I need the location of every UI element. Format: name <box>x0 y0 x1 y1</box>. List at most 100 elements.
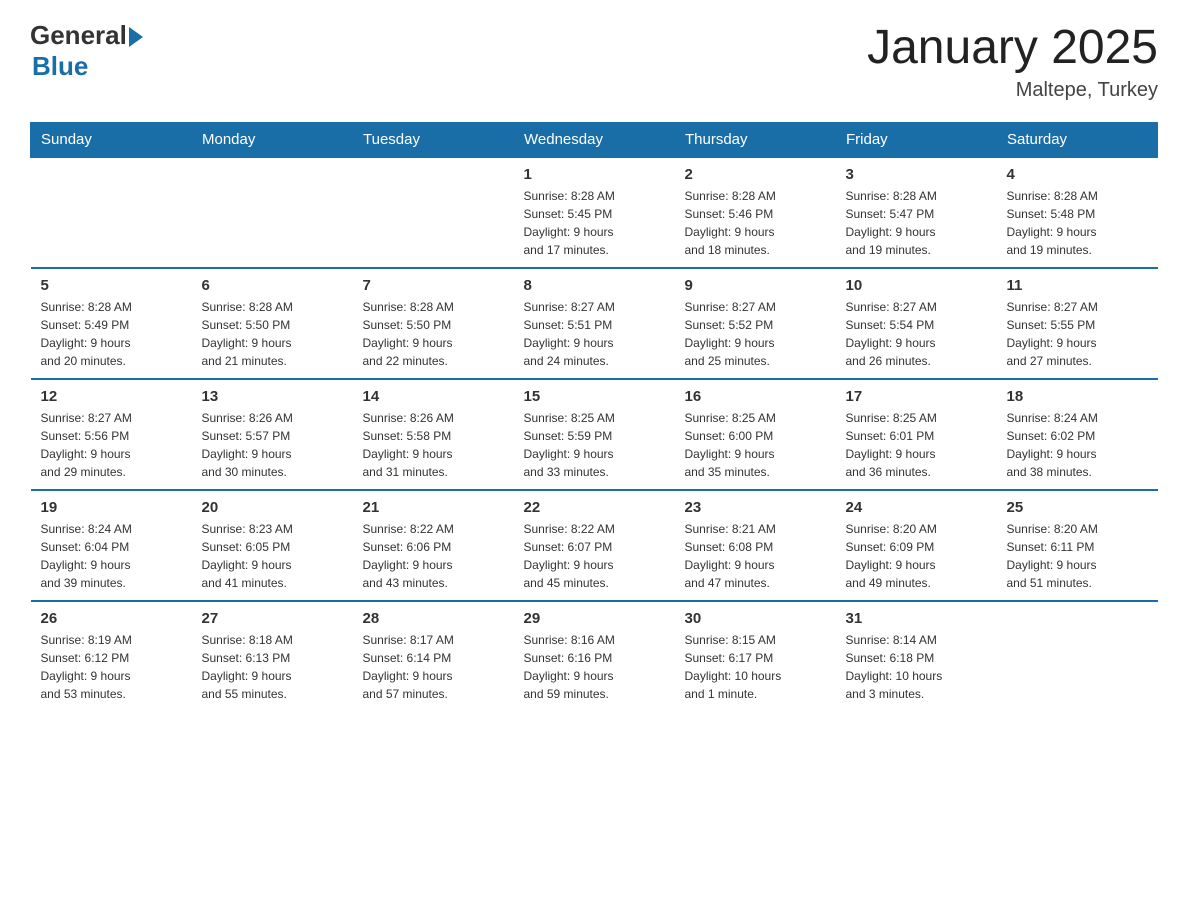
day-number: 7 <box>363 277 504 294</box>
day-number: 13 <box>202 388 343 405</box>
header-friday: Friday <box>836 123 997 158</box>
calendar-cell: 5 Sunrise: 8:28 AM Sunset: 5:49 PM Daylig… <box>31 268 192 379</box>
day-info: Sunrise: 8:25 AM Sunset: 6:01 PM Dayligh… <box>846 409 987 481</box>
day-number: 5 <box>41 277 182 294</box>
calendar-cell <box>31 157 192 268</box>
calendar-cell: 19Sunrise: 8:24 AM Sunset: 6:04 PM Dayli… <box>31 490 192 601</box>
day-number: 18 <box>1007 388 1148 405</box>
day-info: Sunrise: 8:27 AM Sunset: 5:51 PM Dayligh… <box>524 298 665 370</box>
calendar-header: SundayMondayTuesdayWednesdayThursdayFrid… <box>31 123 1158 158</box>
header-thursday: Thursday <box>675 123 836 158</box>
day-info: Sunrise: 8:28 AM Sunset: 5:46 PM Dayligh… <box>685 187 826 259</box>
day-info: Sunrise: 8:20 AM Sunset: 6:11 PM Dayligh… <box>1007 520 1148 592</box>
day-info: Sunrise: 8:20 AM Sunset: 6:09 PM Dayligh… <box>846 520 987 592</box>
calendar-cell: 7Sunrise: 8:28 AM Sunset: 5:50 PM Daylig… <box>353 268 514 379</box>
day-info: Sunrise: 8:15 AM Sunset: 6:17 PM Dayligh… <box>685 631 826 703</box>
calendar-cell: 14 Sunrise: 8:26 AM Sunset: 5:58 PM Dayli… <box>353 379 514 490</box>
day-info: Sunrise: 8:23 AM Sunset: 6:05 PM Dayligh… <box>202 520 343 592</box>
calendar-cell: 20Sunrise: 8:23 AM Sunset: 6:05 PM Dayli… <box>192 490 353 601</box>
calendar-cell <box>192 157 353 268</box>
day-info: Sunrise: 8:22 AM Sunset: 6:07 PM Dayligh… <box>524 520 665 592</box>
calendar-cell: 6 Sunrise: 8:28 AM Sunset: 5:50 PM Daylig… <box>192 268 353 379</box>
day-info: Sunrise: 8:19 AM Sunset: 6:12 PM Dayligh… <box>41 631 182 703</box>
day-number: 26 <box>41 610 182 627</box>
header-saturday: Saturday <box>997 123 1158 158</box>
header-tuesday: Tuesday <box>353 123 514 158</box>
day-info: Sunrise: 8:27 AM Sunset: 5:54 PM Dayligh… <box>846 298 987 370</box>
calendar-cell: 13 Sunrise: 8:26 AM Sunset: 5:57 PM Dayli… <box>192 379 353 490</box>
calendar-cell: 18 Sunrise: 8:24 AM Sunset: 6:02 PM Dayli… <box>997 379 1158 490</box>
calendar-week-2: 5 Sunrise: 8:28 AM Sunset: 5:49 PM Daylig… <box>31 268 1158 379</box>
day-number: 9 <box>685 277 826 294</box>
day-info: Sunrise: 8:21 AM Sunset: 6:08 PM Dayligh… <box>685 520 826 592</box>
day-info: Sunrise: 8:17 AM Sunset: 6:14 PM Dayligh… <box>363 631 504 703</box>
calendar-cell: 31 Sunrise: 8:14 AM Sunset: 6:18 PM Dayli… <box>836 601 997 711</box>
calendar-cell: 23 Sunrise: 8:21 AM Sunset: 6:08 PM Dayli… <box>675 490 836 601</box>
header-sunday: Sunday <box>31 123 192 158</box>
day-number: 10 <box>846 277 987 294</box>
day-info: Sunrise: 8:18 AM Sunset: 6:13 PM Dayligh… <box>202 631 343 703</box>
day-info: Sunrise: 8:27 AM Sunset: 5:55 PM Dayligh… <box>1007 298 1148 370</box>
calendar-cell: 15Sunrise: 8:25 AM Sunset: 5:59 PM Dayli… <box>514 379 675 490</box>
day-info: Sunrise: 8:22 AM Sunset: 6:06 PM Dayligh… <box>363 520 504 592</box>
calendar-body: 1 Sunrise: 8:28 AM Sunset: 5:45 PM Daylig… <box>31 157 1158 711</box>
day-number: 19 <box>41 499 182 516</box>
calendar-cell: 27 Sunrise: 8:18 AM Sunset: 6:13 PM Dayli… <box>192 601 353 711</box>
day-number: 29 <box>524 610 665 627</box>
calendar-cell: 3Sunrise: 8:28 AM Sunset: 5:47 PM Daylig… <box>836 157 997 268</box>
logo: General Blue <box>30 20 143 82</box>
day-number: 16 <box>685 388 826 405</box>
day-number: 23 <box>685 499 826 516</box>
day-info: Sunrise: 8:14 AM Sunset: 6:18 PM Dayligh… <box>846 631 987 703</box>
logo-arrow-icon <box>129 27 143 47</box>
calendar-cell: 9Sunrise: 8:27 AM Sunset: 5:52 PM Daylig… <box>675 268 836 379</box>
day-info: Sunrise: 8:16 AM Sunset: 6:16 PM Dayligh… <box>524 631 665 703</box>
day-info: Sunrise: 8:26 AM Sunset: 5:58 PM Dayligh… <box>363 409 504 481</box>
calendar-cell: 24 Sunrise: 8:20 AM Sunset: 6:09 PM Dayli… <box>836 490 997 601</box>
calendar-subtitle: Maltepe, Turkey <box>867 79 1158 102</box>
day-number: 14 <box>363 388 504 405</box>
calendar-cell: 8 Sunrise: 8:27 AM Sunset: 5:51 PM Daylig… <box>514 268 675 379</box>
day-info: Sunrise: 8:28 AM Sunset: 5:50 PM Dayligh… <box>202 298 343 370</box>
page-header: General Blue January 2025 Maltepe, Turke… <box>30 20 1158 102</box>
calendar-cell: 29 Sunrise: 8:16 AM Sunset: 6:16 PM Dayli… <box>514 601 675 711</box>
day-number: 4 <box>1007 166 1148 183</box>
day-number: 24 <box>846 499 987 516</box>
day-info: Sunrise: 8:27 AM Sunset: 5:56 PM Dayligh… <box>41 409 182 481</box>
calendar-cell: 2Sunrise: 8:28 AM Sunset: 5:46 PM Daylig… <box>675 157 836 268</box>
calendar-cell: 12Sunrise: 8:27 AM Sunset: 5:56 PM Dayli… <box>31 379 192 490</box>
calendar-title: January 2025 <box>867 20 1158 75</box>
calendar-week-3: 12Sunrise: 8:27 AM Sunset: 5:56 PM Dayli… <box>31 379 1158 490</box>
day-number: 28 <box>363 610 504 627</box>
day-number: 25 <box>1007 499 1148 516</box>
calendar-week-1: 1 Sunrise: 8:28 AM Sunset: 5:45 PM Daylig… <box>31 157 1158 268</box>
day-number: 1 <box>524 166 665 183</box>
day-info: Sunrise: 8:25 AM Sunset: 5:59 PM Dayligh… <box>524 409 665 481</box>
day-info: Sunrise: 8:28 AM Sunset: 5:49 PM Dayligh… <box>41 298 182 370</box>
day-number: 8 <box>524 277 665 294</box>
day-number: 6 <box>202 277 343 294</box>
day-info: Sunrise: 8:28 AM Sunset: 5:48 PM Dayligh… <box>1007 187 1148 259</box>
header-wednesday: Wednesday <box>514 123 675 158</box>
calendar-cell: 26 Sunrise: 8:19 AM Sunset: 6:12 PM Dayli… <box>31 601 192 711</box>
calendar-week-5: 26 Sunrise: 8:19 AM Sunset: 6:12 PM Dayli… <box>31 601 1158 711</box>
calendar-cell <box>353 157 514 268</box>
calendar-cell: 30Sunrise: 8:15 AM Sunset: 6:17 PM Dayli… <box>675 601 836 711</box>
calendar-cell: 21Sunrise: 8:22 AM Sunset: 6:06 PM Dayli… <box>353 490 514 601</box>
day-number: 22 <box>524 499 665 516</box>
calendar-table: SundayMondayTuesdayWednesdayThursdayFrid… <box>30 122 1158 711</box>
calendar-cell: 10 Sunrise: 8:27 AM Sunset: 5:54 PM Dayli… <box>836 268 997 379</box>
calendar-cell: 17 Sunrise: 8:25 AM Sunset: 6:01 PM Dayli… <box>836 379 997 490</box>
calendar-cell: 28 Sunrise: 8:17 AM Sunset: 6:14 PM Dayli… <box>353 601 514 711</box>
calendar-cell: 11Sunrise: 8:27 AM Sunset: 5:55 PM Dayli… <box>997 268 1158 379</box>
day-info: Sunrise: 8:28 AM Sunset: 5:45 PM Dayligh… <box>524 187 665 259</box>
logo-blue-text: Blue <box>32 51 88 82</box>
day-info: Sunrise: 8:24 AM Sunset: 6:02 PM Dayligh… <box>1007 409 1148 481</box>
calendar-cell: 1 Sunrise: 8:28 AM Sunset: 5:45 PM Daylig… <box>514 157 675 268</box>
day-number: 17 <box>846 388 987 405</box>
header-monday: Monday <box>192 123 353 158</box>
day-number: 31 <box>846 610 987 627</box>
day-info: Sunrise: 8:26 AM Sunset: 5:57 PM Dayligh… <box>202 409 343 481</box>
calendar-cell: 4 Sunrise: 8:28 AM Sunset: 5:48 PM Daylig… <box>997 157 1158 268</box>
day-number: 27 <box>202 610 343 627</box>
